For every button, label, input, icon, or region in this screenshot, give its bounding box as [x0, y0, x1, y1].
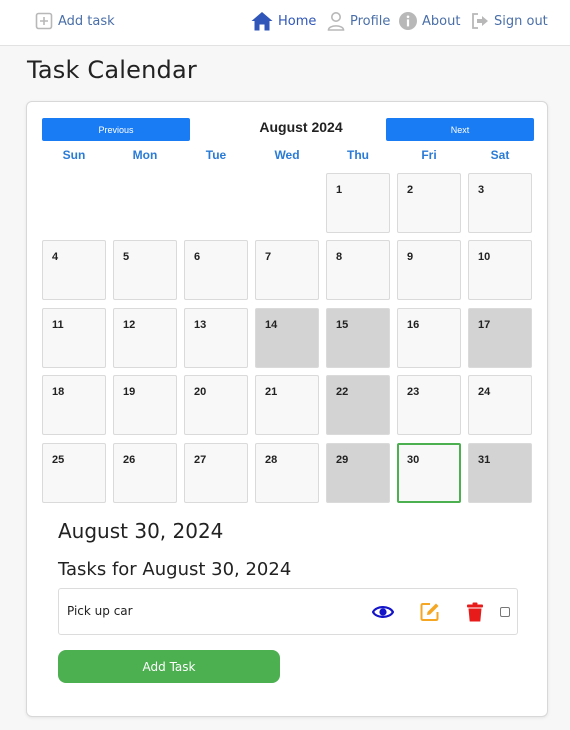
calendar-day[interactable]: 27	[184, 443, 248, 503]
weekday-label: Mon	[132, 148, 158, 162]
day-number: 14	[265, 319, 278, 331]
calendar-day[interactable]: 4	[42, 240, 106, 300]
next-month-button[interactable]: Next	[386, 118, 534, 141]
day-number: 9	[407, 251, 414, 263]
calendar-day[interactable]: 16	[397, 308, 461, 368]
day-number: 31	[478, 454, 491, 466]
calendar-day[interactable]: 18	[42, 375, 106, 435]
calendar-day[interactable]: 9	[397, 240, 461, 300]
tasks-heading: Tasks for August 30, 2024	[58, 559, 292, 580]
calendar-day[interactable]: 7	[255, 240, 319, 300]
nav-profile-label: Profile	[350, 13, 391, 29]
calendar-day[interactable]: 17	[468, 308, 532, 368]
calendar-day[interactable]: 13	[184, 308, 248, 368]
calendar-day[interactable]: 2	[397, 173, 461, 233]
day-number: 12	[123, 319, 136, 331]
calendar-day[interactable]: 23	[397, 375, 461, 435]
calendar-day[interactable]: 5	[113, 240, 177, 300]
weekday-label: Sun	[62, 148, 86, 162]
page-title: Task Calendar	[27, 56, 197, 84]
calendar-day[interactable]: 11	[42, 308, 106, 368]
day-number: 28	[265, 454, 278, 466]
user-icon	[326, 11, 346, 31]
task-item: Pick up car	[58, 588, 518, 635]
calendar-day[interactable]: 30	[397, 443, 461, 503]
info-icon	[398, 11, 418, 31]
add-square-icon	[34, 11, 54, 31]
calendar-day[interactable]: 19	[113, 375, 177, 435]
day-number: 8	[336, 251, 343, 263]
weekday-label: Thu	[347, 148, 369, 162]
day-number: 18	[52, 386, 65, 398]
day-number: 11	[52, 319, 64, 331]
calendar-day[interactable]: 6	[184, 240, 248, 300]
calendar-day[interactable]: 28	[255, 443, 319, 503]
day-number: 6	[194, 251, 201, 263]
calendar-day[interactable]: 26	[113, 443, 177, 503]
day-number: 26	[123, 454, 136, 466]
nav-sign-out-label: Sign out	[494, 13, 548, 29]
calendar-day[interactable]: 29	[326, 443, 390, 503]
nav-add-task-label: Add task	[58, 13, 115, 29]
day-number: 24	[478, 386, 491, 398]
nav-about[interactable]: About	[398, 10, 460, 32]
calendar-day[interactable]: 22	[326, 375, 390, 435]
day-number: 7	[265, 251, 272, 263]
day-number: 2	[407, 184, 414, 196]
nav-profile[interactable]: Profile	[326, 10, 390, 32]
calendar-day[interactable]: 1	[326, 173, 390, 233]
weekday-label: Wed	[274, 148, 300, 162]
home-icon	[250, 10, 274, 32]
eye-icon[interactable]	[372, 601, 394, 623]
day-number: 1	[336, 184, 343, 196]
calendar-day[interactable]: 15	[326, 308, 390, 368]
calendar-day[interactable]: 25	[42, 443, 106, 503]
nav-about-label: About	[422, 13, 461, 29]
nav-add-task[interactable]: Add task	[34, 10, 115, 32]
nav-home[interactable]: Home	[250, 10, 316, 32]
day-number: 29	[336, 454, 349, 466]
weekday-label: Sat	[490, 148, 510, 162]
day-number: 30	[407, 454, 420, 466]
day-number: 25	[52, 454, 65, 466]
calendar-day[interactable]: 24	[468, 375, 532, 435]
weekday-label: Fri	[421, 148, 437, 162]
top-navbar: Add task Home Profile About Sign out	[0, 0, 570, 46]
day-number: 5	[123, 251, 130, 263]
day-number: 17	[478, 319, 491, 331]
calendar-card: Previous August 2024 Next Sun Mon Tue Wed Th…	[26, 101, 548, 717]
nav-home-label: Home	[278, 13, 317, 29]
calendar-day[interactable]: 21	[255, 375, 319, 435]
weekday-label: Tue	[205, 148, 227, 162]
trash-icon[interactable]	[464, 601, 486, 623]
calendar-day[interactable]: 10	[468, 240, 532, 300]
day-number: 23	[407, 386, 420, 398]
month-label: August 2024	[259, 119, 343, 135]
calendar-day[interactable]: 12	[113, 308, 177, 368]
nav-sign-out[interactable]: Sign out	[470, 10, 548, 32]
sign-out-icon	[470, 11, 490, 31]
selected-date-heading: August 30, 2024	[58, 519, 224, 543]
edit-icon[interactable]	[419, 601, 441, 623]
calendar-day[interactable]: 31	[468, 443, 532, 503]
task-complete-checkbox[interactable]	[500, 607, 510, 617]
task-name: Pick up car	[67, 604, 133, 618]
add-task-button[interactable]: Add Task	[58, 650, 280, 683]
calendar-day[interactable]: 20	[184, 375, 248, 435]
day-number: 13	[194, 319, 207, 331]
day-number: 3	[478, 184, 485, 196]
day-number: 15	[336, 319, 349, 331]
calendar-day[interactable]: 3	[468, 173, 532, 233]
calendar-day[interactable]: 14	[255, 308, 319, 368]
day-number: 19	[123, 386, 136, 398]
day-number: 27	[194, 454, 207, 466]
day-number: 16	[407, 319, 420, 331]
day-number: 10	[478, 251, 491, 263]
calendar-day[interactable]: 8	[326, 240, 390, 300]
previous-month-button[interactable]: Previous	[42, 118, 190, 141]
day-number: 4	[52, 251, 59, 263]
day-number: 21	[265, 386, 278, 398]
day-number: 22	[336, 386, 349, 398]
day-number: 20	[194, 386, 207, 398]
